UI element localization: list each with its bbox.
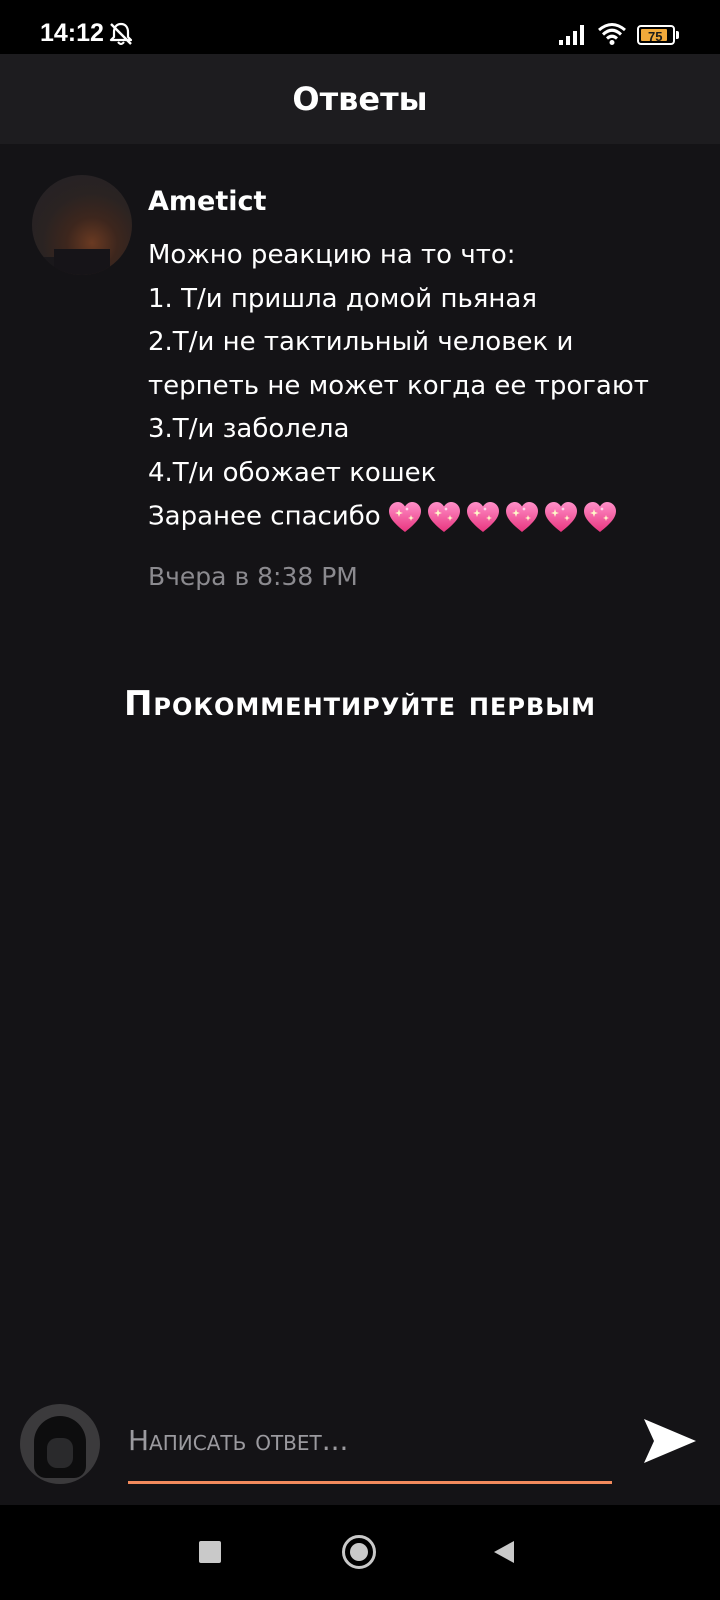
comment-timestamp: Вчера в 8:38 PM (148, 562, 358, 591)
battery-level: 75 (648, 29, 663, 44)
wifi-icon (598, 23, 626, 45)
comment-author-name[interactable]: Ametict (148, 186, 266, 217)
comment-line-text: Заранее спасибо (148, 501, 381, 532)
reply-input[interactable] (128, 1415, 612, 1465)
sparkling-heart-icon (427, 501, 460, 532)
sparkling-heart-icon (505, 501, 538, 532)
bell-muted-icon (109, 22, 133, 45)
comment-line: 2.Т/и не тактильный человек и (148, 327, 574, 357)
avatar-photo-detail (54, 249, 110, 275)
empty-state-message: Прокомментируйте первым (123, 684, 597, 724)
comment-line: 3.Т/и заболела (148, 414, 350, 444)
sparkling-heart-icon (388, 501, 421, 532)
comment-line: 4.Т/и обожает кошек (148, 457, 437, 488)
reply-bar (0, 1395, 720, 1505)
avatar-photo-detail (47, 1438, 73, 1468)
sparkling-heart-icon (466, 501, 499, 532)
comment-text: Можно реакцию на то что: 1. Т/и пришла д… (148, 234, 708, 539)
status-time: 14:12 (40, 19, 104, 47)
battery-cap (676, 31, 679, 39)
back-icon[interactable] (492, 1539, 516, 1565)
comment-line: Можно реакцию на то что: (148, 240, 516, 270)
header: Ответы (0, 54, 720, 144)
emoji-row (387, 495, 621, 539)
comment-line-last: Заранее спасибо (148, 495, 708, 539)
screen: 14:12 75 Ответы Ametict Можно реакцию на… (0, 0, 720, 1600)
sparkling-heart-icon (544, 501, 577, 532)
comment-line: терпеть не может когда ее трогают (148, 370, 649, 401)
reply-input-underline (128, 1481, 612, 1484)
sparkling-heart-icon (583, 501, 616, 532)
home-icon-inner (350, 1543, 368, 1561)
send-icon (644, 1419, 696, 1463)
recents-icon[interactable] (199, 1541, 221, 1563)
current-user-avatar (20, 1404, 100, 1484)
comment-line: 1. Т/и пришла домой пьяная (148, 283, 537, 314)
home-icon[interactable] (342, 1535, 376, 1569)
battery-body: 75 (637, 25, 675, 45)
comment-author-avatar[interactable] (32, 175, 132, 275)
send-button[interactable] (640, 1411, 700, 1471)
status-bar: 14:12 75 (0, 0, 720, 54)
system-nav-bar (0, 1505, 720, 1600)
battery-icon: 75 (637, 25, 679, 45)
page-title: Ответы (292, 80, 428, 118)
signal-icon (559, 25, 584, 45)
